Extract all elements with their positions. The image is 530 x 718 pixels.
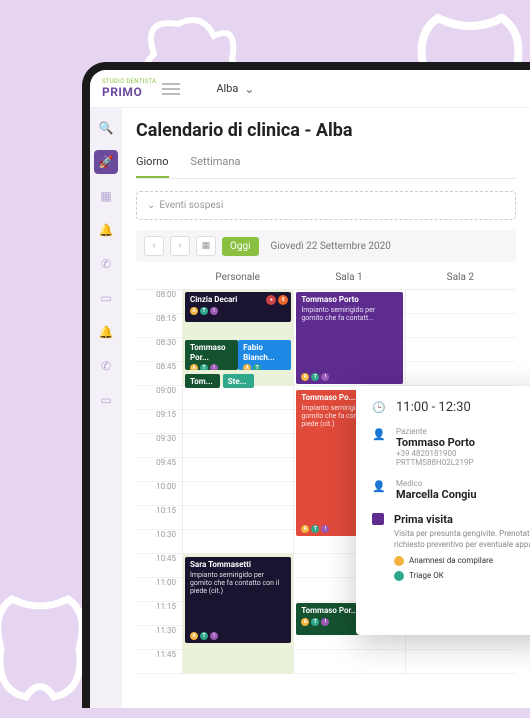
nav-bell-icon[interactable]: 🔔: [94, 218, 118, 242]
brand-logo[interactable]: STUDIO DENTISTA PRIMO: [102, 78, 156, 99]
event-title: Fabio Bianch...: [243, 343, 286, 362]
nav-folder-icon[interactable]: ▭: [94, 286, 118, 310]
time-label: 10:00: [136, 482, 182, 506]
visit-type: Prima visita: [394, 513, 530, 526]
event-sala1-tommaso[interactable]: Tommaso Porto Impianto semirigido per go…: [296, 292, 402, 384]
time-label: 11:15: [136, 602, 182, 626]
patient-phone: +39 4820181900: [396, 449, 475, 458]
today-button[interactable]: Oggi: [222, 237, 259, 256]
suspended-events-zone[interactable]: ⌄ Eventi sospesi: [136, 191, 516, 220]
location-select[interactable]: Alba: [216, 82, 254, 96]
chevron-down-icon: ⌄: [147, 200, 155, 211]
status-triage: Triage OK: [409, 571, 444, 580]
time-label: 09:45: [136, 458, 182, 482]
person-icon: 👤: [372, 427, 386, 467]
patient-name: Tommaso Porto: [396, 436, 475, 449]
popover-time: 11:00 - 12:30: [396, 400, 471, 415]
prev-day-button[interactable]: ‹: [144, 236, 164, 256]
column-personale[interactable]: Cinzia Decari AT! ●€ Tommaso Por... AT! …: [182, 290, 293, 674]
time-label: 10:45: [136, 554, 182, 578]
time-label: 10:15: [136, 506, 182, 530]
menu-toggle-icon[interactable]: [162, 83, 180, 95]
time-label: 08:00: [136, 290, 182, 314]
page-title: Calendario di clinica - Alba: [136, 120, 516, 141]
column-header-sala2: Sala 2: [405, 272, 516, 283]
event-cinzia[interactable]: Cinzia Decari AT! ●€: [185, 292, 291, 322]
nav-phone-icon[interactable]: ✆: [94, 252, 118, 276]
tab-week[interactable]: Settimana: [191, 155, 241, 178]
event-tommaso-p[interactable]: Tommaso Por... AT!: [185, 340, 238, 370]
date-picker-button[interactable]: ▦: [196, 236, 216, 256]
nav-card-icon[interactable]: ▭: [94, 388, 118, 412]
event-title: Tommaso Por...: [190, 343, 233, 362]
patient-code: PRTTMS88H02L219P: [396, 458, 475, 467]
visit-note: Visita per presunta gengivite. Prenotata…: [394, 529, 530, 551]
clock-icon: 🕒: [372, 400, 386, 415]
location-label: Alba: [216, 82, 238, 95]
topbar: STUDIO DENTISTA PRIMO Alba: [90, 70, 530, 108]
doctor-name: Marcella Congiu: [396, 488, 477, 501]
person-icon: 👤: [372, 479, 386, 501]
patient-label: Paziente: [396, 427, 475, 436]
sidenav: 🔍 🚀 ▦ 🔔 ✆ ▭ 🔔 ✆ ▭: [90, 108, 122, 708]
nav-phone2-icon[interactable]: ✆: [94, 354, 118, 378]
time-label: 11:30: [136, 626, 182, 650]
view-tabs: Giorno Settimana: [136, 155, 516, 179]
time-label: 11:00: [136, 578, 182, 602]
event-sara[interactable]: Sara Tommasetti Impianto semirigido per …: [185, 557, 291, 643]
time-label: 09:00: [136, 386, 182, 410]
nav-rocket-icon[interactable]: 🚀: [94, 150, 118, 174]
calendar-header: Personale Sala 1 Sala 2: [136, 272, 516, 290]
nav-calendar-icon[interactable]: ▦: [94, 184, 118, 208]
event-tom-short[interactable]: Tom...: [185, 374, 220, 388]
chevron-down-icon: [242, 82, 254, 96]
event-ste[interactable]: Ste...: [223, 374, 254, 388]
status-anamnesi: Anamnesi da compilare: [409, 556, 493, 565]
event-title: Tommaso Porto: [301, 295, 397, 305]
event-title: Tom...: [190, 377, 215, 387]
current-date-label: Giovedì 22 Settembre 2020: [271, 241, 391, 252]
doctor-label: Medico: [396, 479, 477, 488]
time-label: 08:30: [136, 338, 182, 362]
device-frame: STUDIO DENTISTA PRIMO Alba 🔍 🚀 ▦ 🔔 ✆ ▭ 🔔…: [82, 62, 530, 708]
tab-day[interactable]: Giorno: [136, 155, 169, 178]
nav-bell2-icon[interactable]: 🔔: [94, 320, 118, 344]
time-label: 10:30: [136, 530, 182, 554]
event-desc: Impianto semirigido per gomito che fa co…: [190, 571, 286, 596]
nav-search-icon[interactable]: 🔍: [94, 116, 118, 140]
column-header-sala1: Sala 1: [293, 272, 404, 283]
column-header-personale: Personale: [182, 272, 293, 283]
event-desc: Impianto semirigido per gomito che fa co…: [301, 306, 397, 323]
next-day-button[interactable]: ›: [170, 236, 190, 256]
time-label: 08:15: [136, 314, 182, 338]
time-column: 08:00 08:15 08:30 08:45 09:00 09:15 09:3…: [136, 290, 182, 674]
time-label: 11:45: [136, 650, 182, 674]
time-label: 09:30: [136, 434, 182, 458]
suspended-label: Eventi sospesi: [159, 200, 223, 211]
time-label: 08:45: [136, 362, 182, 386]
event-title: Ste...: [228, 377, 249, 387]
event-fabio[interactable]: Fabio Bianch... AT: [238, 340, 291, 370]
event-detail-popover: 🕒 11:00 - 12:30 👤 Paziente Tommaso Porto…: [356, 386, 530, 635]
visit-type-color: [372, 513, 384, 525]
date-navigation: ‹ › ▦ Oggi Giovedì 22 Settembre 2020: [136, 230, 516, 262]
event-title: Sara Tommasetti: [190, 560, 286, 570]
time-label: 09:15: [136, 410, 182, 434]
